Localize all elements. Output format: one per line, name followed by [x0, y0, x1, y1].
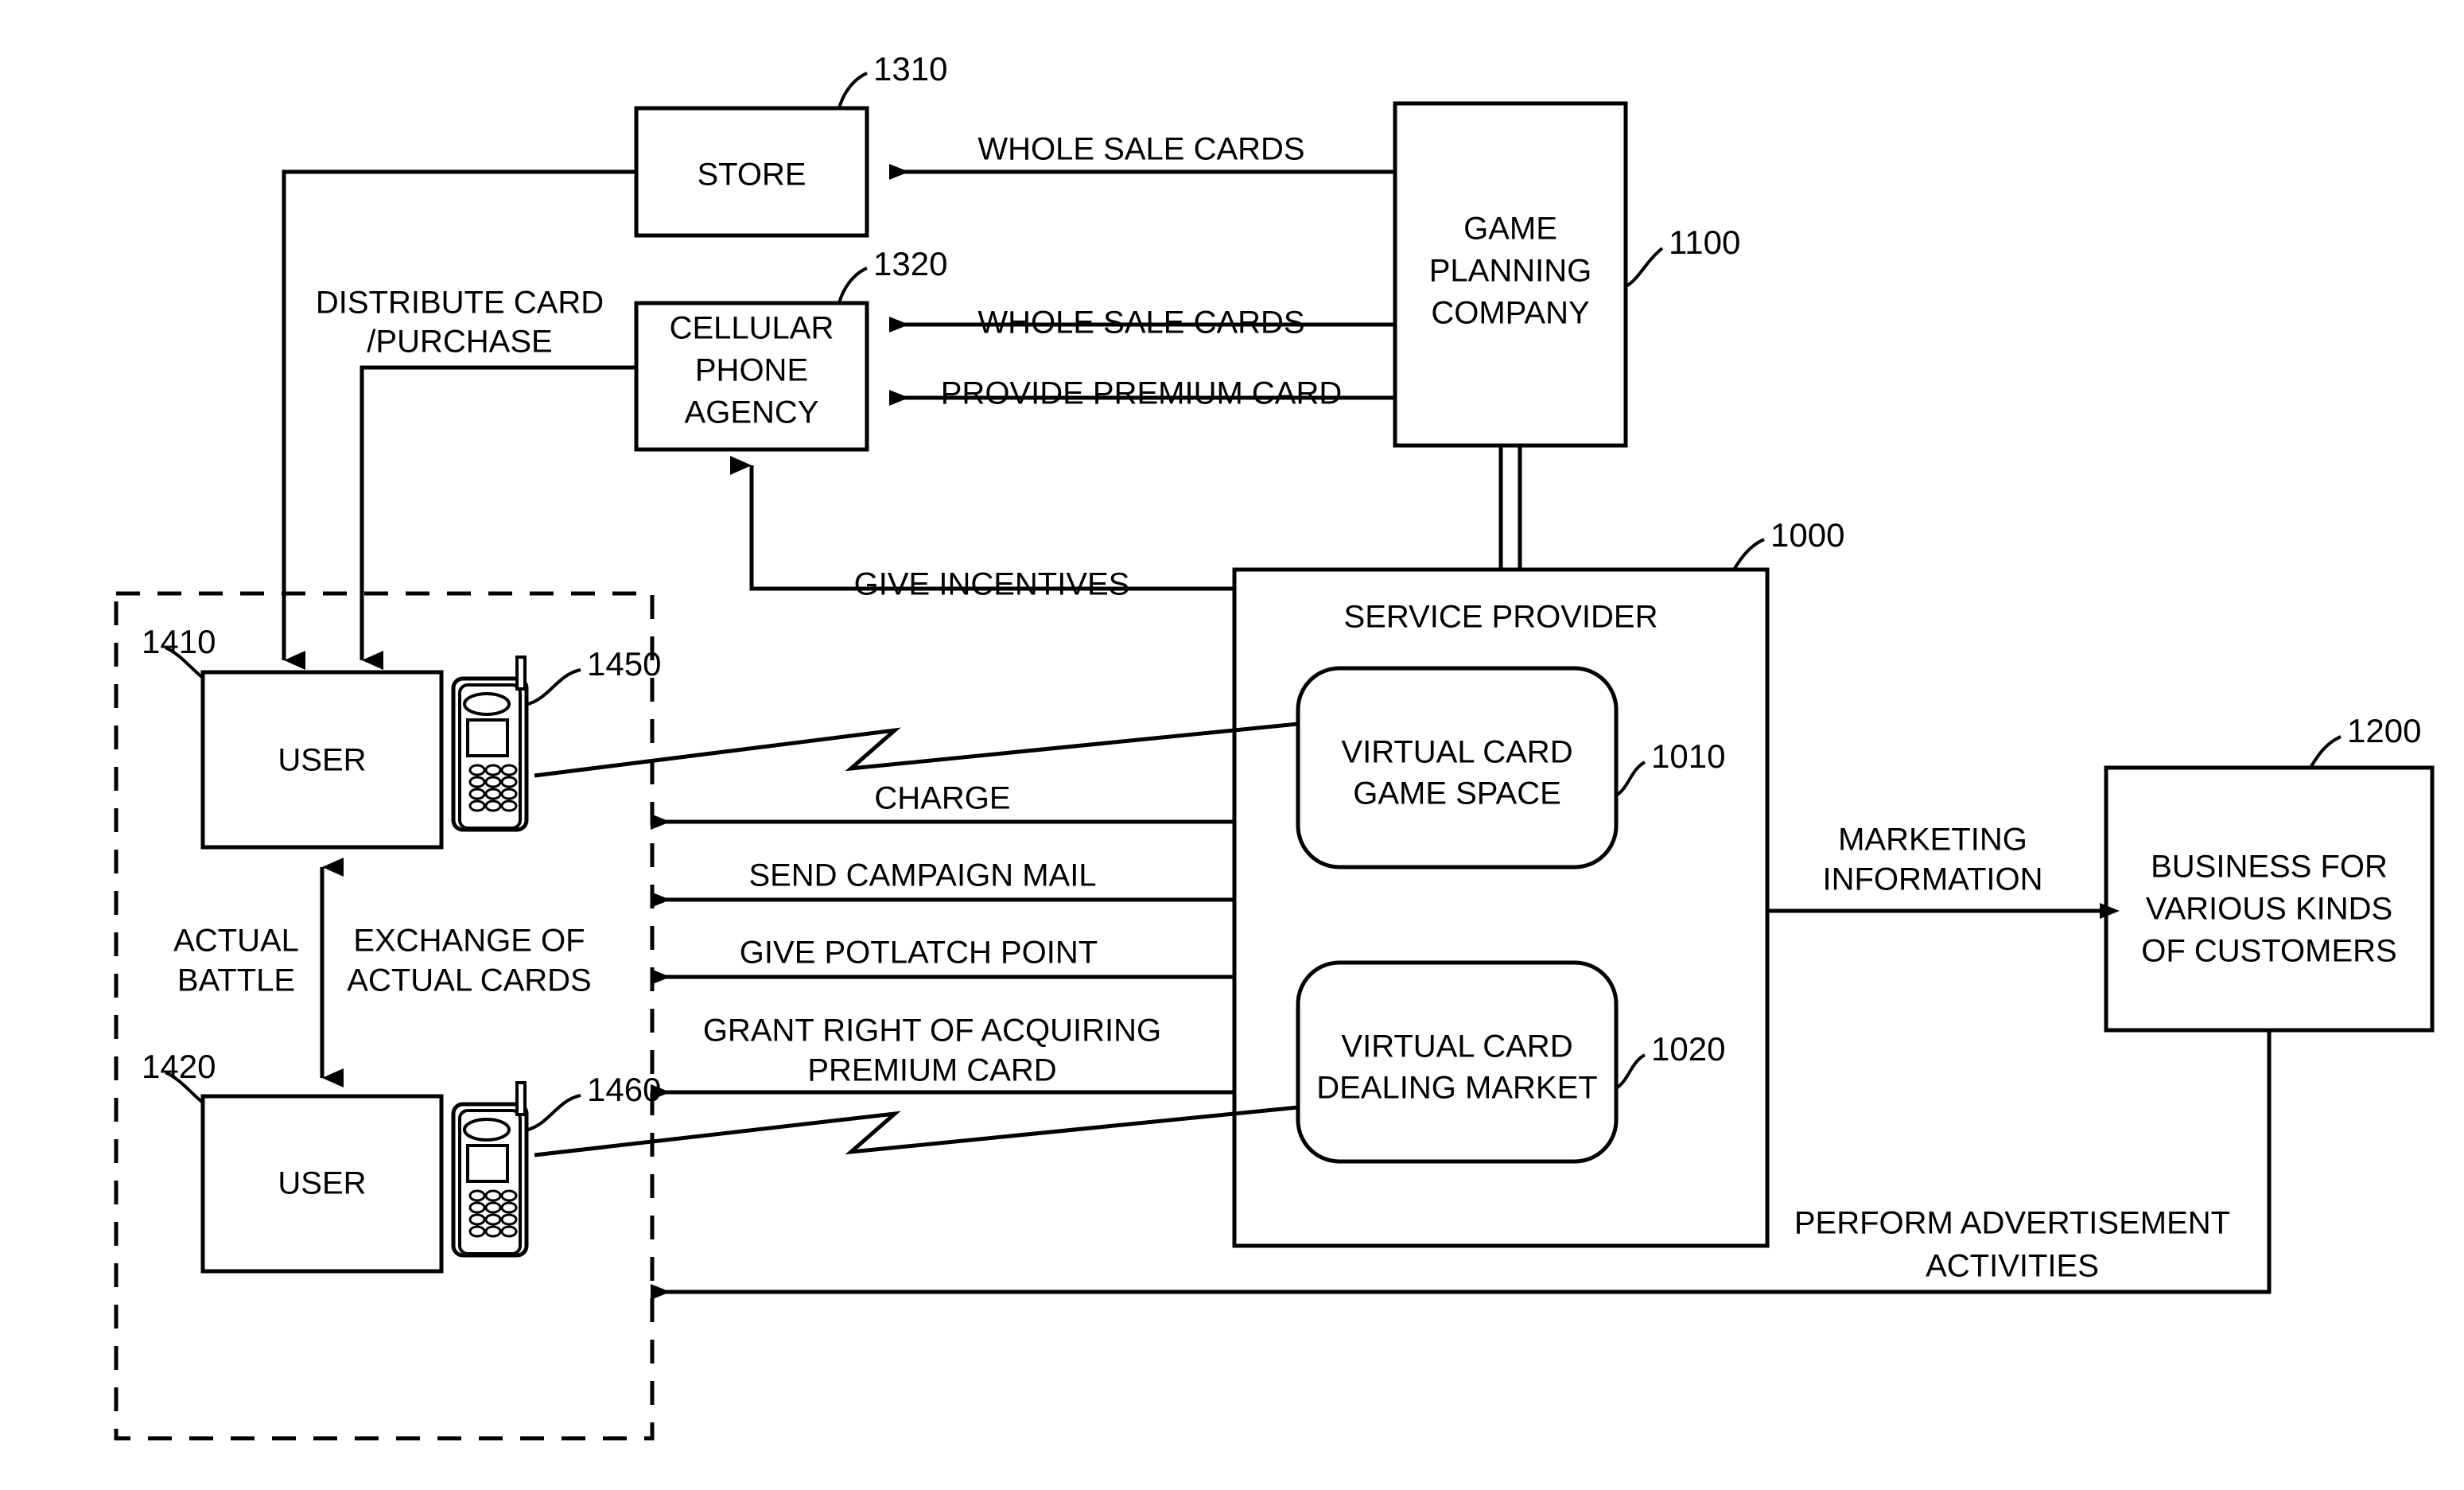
virtual-card-game-space-label-1: VIRTUAL CARD	[1341, 735, 1572, 770]
flow-label-exchange-cards-2: ACTUAL CARDS	[347, 963, 591, 998]
ref-number-1310: 1310	[873, 50, 947, 88]
virtual-card-game-space-label-2: GAME SPACE	[1353, 776, 1561, 811]
virtual-card-dealing-market-label-1: VIRTUAL CARD	[1341, 1029, 1572, 1064]
flow-label-actual-battle-2: BATTLE	[177, 963, 295, 998]
flow-label-give-potlatch-point: GIVE POTLATCH POINT	[740, 936, 1098, 971]
ref-number-1450: 1450	[587, 645, 661, 683]
flow-label-charge: CHARGE	[874, 781, 1010, 816]
business-customers-label-2: VARIOUS KINDS	[2146, 892, 2392, 927]
flow-label-grant-right-1: GRANT RIGHT OF ACQUIRING	[703, 1013, 1161, 1048]
cellular-phone-agency-label-3: AGENCY	[685, 395, 819, 430]
game-planning-company-label-2: PLANNING	[1429, 254, 1592, 289]
ref-number-1100: 1100	[1669, 224, 1740, 261]
ref-leader-1100	[1624, 247, 1664, 288]
ref-leader-1310	[838, 72, 868, 109]
flow-label-give-incentives: GIVE INCENTIVES	[854, 567, 1130, 602]
ref-number-1320: 1320	[873, 245, 947, 282]
ref-number-1460: 1460	[587, 1071, 661, 1108]
ref-number-1200: 1200	[2347, 712, 2421, 749]
cellular-phone-agency-label-1: CELLULAR	[670, 311, 834, 346]
user-bottom-label: USER	[278, 1166, 366, 1201]
business-customers-label-1: BUSINESS FOR	[2151, 850, 2388, 885]
ref-number-1000: 1000	[1770, 516, 1844, 554]
flow-distribute-card-from-store	[282, 169, 636, 670]
ref-number-1410: 1410	[142, 623, 216, 660]
flow-label-grant-right-2: PREMIUM CARD	[807, 1053, 1056, 1088]
radio-link-bottom	[534, 1105, 1299, 1157]
flow-label-exchange-cards-1: EXCHANGE OF	[353, 924, 585, 959]
flow-label-provide-premium-card: PROVIDE PREMIUM CARD	[941, 376, 1343, 411]
flow-label-wholesale-cards-agency: WHOLE SALE CARDS	[977, 305, 1304, 340]
game-planning-company-label-1: GAME	[1463, 212, 1557, 247]
diagram-svg: STORE CELLULAR PHONE AGENCY GAME PLANNIN…	[114, 50, 2435, 1441]
flow-label-perform-advertisement-2: ACTIVITIES	[1926, 1249, 2099, 1284]
flow-label-actual-battle-1: ACTUAL	[173, 924, 299, 959]
store-label: STORE	[697, 158, 806, 193]
ref-leader-1450	[524, 668, 581, 706]
business-customers-label-3: OF CUSTOMERS	[2141, 934, 2397, 969]
flow-label-send-campaign-mail: SEND CAMPAIGN MAIL	[748, 858, 1096, 893]
radio-link-top	[534, 722, 1299, 778]
user-top-label: USER	[278, 743, 366, 778]
cellular-phone-icon-top	[451, 656, 529, 832]
ref-leader-1200	[2309, 735, 2342, 769]
ref-number-1010: 1010	[1651, 737, 1725, 775]
flow-label-marketing-information-1: MARKETING	[1838, 823, 2027, 858]
cellular-phone-icon-bottom	[451, 1081, 529, 1258]
virtual-card-dealing-market-label-2: DEALING MARKET	[1316, 1071, 1597, 1106]
ref-leader-1000	[1732, 538, 1765, 571]
ref-number-1020: 1020	[1651, 1030, 1725, 1068]
patent-figure-canvas: STORE CELLULAR PHONE AGENCY GAME PLANNIN…	[0, 0, 2464, 1490]
flow-label-wholesale-cards-store: WHOLE SALE CARDS	[977, 132, 1304, 167]
flow-label-perform-advertisement-1: PERFORM ADVERTISEMENT	[1794, 1206, 2230, 1241]
service-provider-label: SERVICE PROVIDER	[1344, 600, 1658, 635]
ref-leader-1460	[524, 1094, 581, 1132]
flow-label-distribute-card-2: /PURCHASE	[367, 325, 552, 360]
cellular-phone-agency-label-2: PHONE	[695, 353, 808, 388]
flow-label-distribute-card-1: DISTRIBUTE CARD	[316, 286, 604, 321]
flow-label-marketing-information-2: INFORMATION	[1822, 862, 2042, 897]
ref-leader-1320	[838, 266, 868, 304]
flow-distribute-card-from-agency	[359, 365, 636, 670]
game-planning-company-label-3: COMPANY	[1431, 296, 1589, 331]
ref-number-1420: 1420	[142, 1048, 216, 1085]
